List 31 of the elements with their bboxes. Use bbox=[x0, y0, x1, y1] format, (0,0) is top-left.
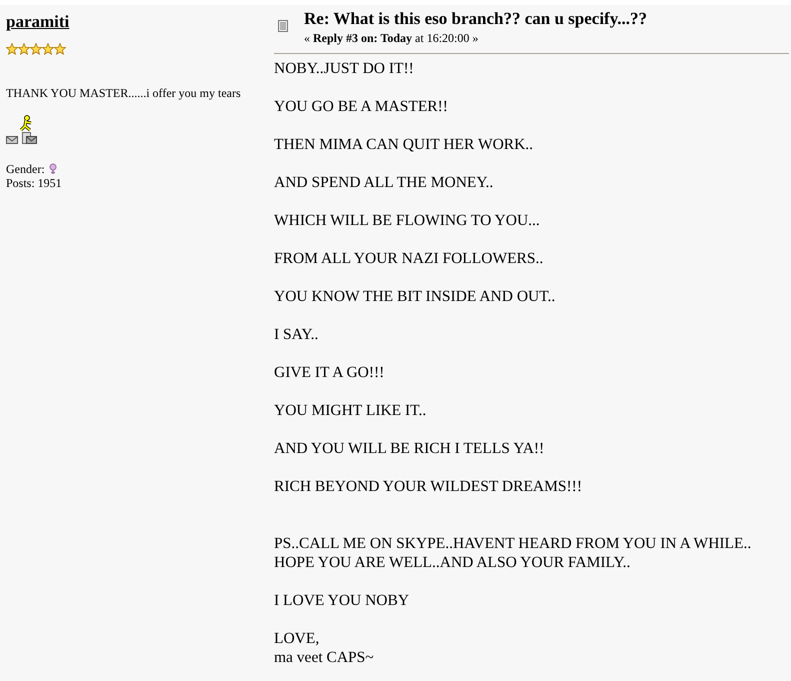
post-paragraph: AND YOU WILL BE RICH I TELLS YA!! bbox=[274, 438, 546, 458]
document-icon bbox=[278, 20, 288, 32]
post-paragraph: YOU KNOW THE BIT INSIDE AND OUT.. bbox=[274, 286, 556, 306]
post-paragraph: YOU GO BE A MASTER!! bbox=[274, 96, 449, 116]
post-paragraph: WHICH WILL BE FLOWING TO YOU... bbox=[274, 210, 541, 230]
star-icon bbox=[30, 42, 42, 54]
post-count: Posts: 1951 bbox=[6, 176, 63, 190]
post-paragraph: I SAY.. bbox=[274, 324, 320, 344]
runner-icon[interactable] bbox=[20, 115, 33, 132]
personal-text: THANK YOU MASTER......i offer you my tears bbox=[6, 84, 242, 102]
gender-label: Gender: bbox=[6, 162, 45, 176]
star-icon bbox=[54, 42, 66, 54]
post-paragraph: I LOVE YOU NOBY bbox=[274, 590, 410, 610]
star-icon bbox=[18, 42, 30, 54]
star-icon bbox=[6, 42, 18, 54]
poster-name[interactable]: paramiti bbox=[6, 9, 70, 34]
female-symbol-icon bbox=[48, 163, 57, 176]
post-paragraph: NOBY..JUST DO IT!! bbox=[274, 58, 415, 78]
post-subject[interactable]: Re: What is this eso branch?? can u specify...?? bbox=[304, 10, 648, 29]
reply-info: « Reply #3 on: Today at 16:20:00 » bbox=[304, 30, 480, 47]
post-paragraph: THEN MIMA CAN QUIT HER WORK.. bbox=[274, 134, 534, 154]
post-paragraph: AND SPEND ALL THE MONEY.. bbox=[274, 172, 494, 192]
message-icon[interactable] bbox=[22, 132, 37, 144]
post-paragraph: PS..CALL ME ON SKYPE..HAVENT HEARD FROM YOU IN A WHILE.. HOPE YOU ARE WELL..AND ALSO YOUR FAMILY.. bbox=[274, 534, 752, 572]
email-icon[interactable] bbox=[6, 136, 18, 144]
post-paragraph: LOVE, ma veet CAPS~ bbox=[274, 628, 375, 667]
post-paragraph: RICH BEYOND YOUR WILDEST DREAMS!!! bbox=[274, 476, 583, 496]
star-icon bbox=[42, 42, 54, 54]
post-paragraph: GIVE IT A GO!!! bbox=[274, 362, 386, 382]
post-paragraph: FROM ALL YOUR NAZI FOLLOWERS.. bbox=[274, 248, 544, 268]
post-paragraph: YOU MIGHT LIKE IT.. bbox=[274, 400, 428, 420]
